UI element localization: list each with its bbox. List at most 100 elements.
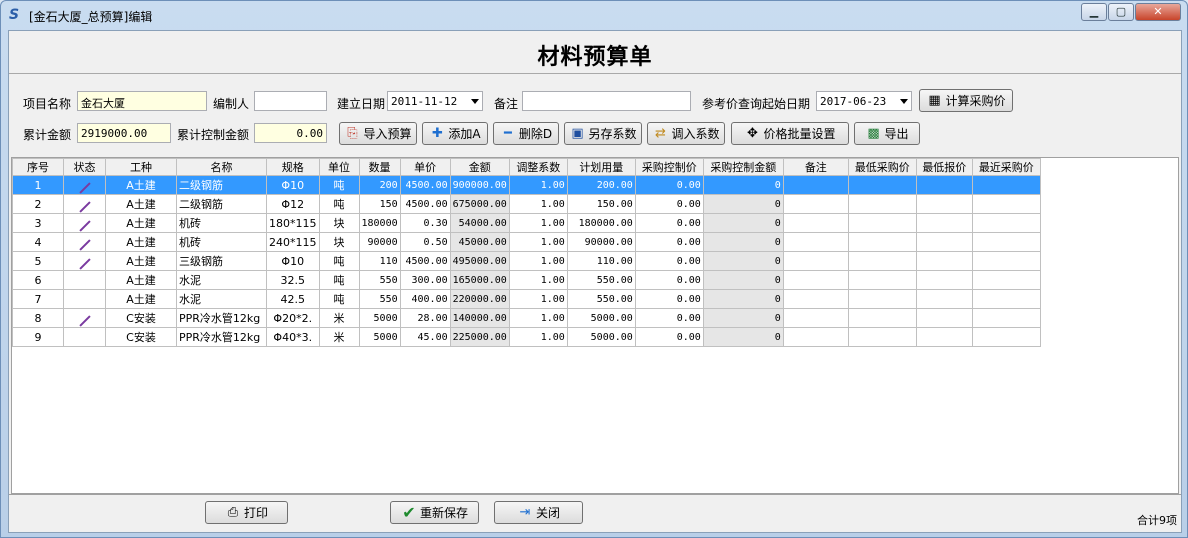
cell-type[interactable]: A土建 bbox=[105, 289, 177, 309]
cell-amount[interactable]: 140000.00 bbox=[449, 308, 510, 328]
empty-cell[interactable] bbox=[971, 327, 1041, 347]
table-row[interactable]: 6 A土建 水泥 32.5 吨 550 300.00 165000.00 1.00 550.00 0… bbox=[12, 270, 1041, 290]
cell-unit[interactable]: 吨 bbox=[318, 270, 360, 290]
column-header[interactable]: 调整系数 bbox=[508, 158, 568, 176]
cell-unit[interactable]: 吨 bbox=[318, 289, 360, 309]
empty-cell[interactable] bbox=[971, 232, 1041, 252]
column-header[interactable]: 最低报价 bbox=[915, 158, 973, 176]
column-header[interactable]: 备注 bbox=[782, 158, 849, 176]
cell-price[interactable]: 0.30 bbox=[399, 213, 451, 233]
column-header[interactable]: 最低采购价 bbox=[847, 158, 917, 176]
cell-price[interactable]: 4500.00 bbox=[399, 251, 451, 271]
empty-cell[interactable] bbox=[971, 270, 1041, 290]
cell-ctrl-price[interactable]: 0.00 bbox=[634, 289, 704, 309]
empty-cell[interactable] bbox=[915, 175, 973, 195]
cell-spec[interactable]: Φ12 bbox=[266, 194, 320, 214]
empty-cell[interactable] bbox=[915, 289, 973, 309]
cell-spec[interactable]: Φ10 bbox=[266, 251, 320, 271]
cell-type[interactable]: C安装 bbox=[105, 327, 177, 347]
cell-price[interactable]: 300.00 bbox=[399, 270, 451, 290]
cell-name[interactable]: 三级钢筋 bbox=[176, 251, 267, 271]
cell-ctrl-price[interactable]: 0.00 bbox=[634, 270, 704, 290]
table-row[interactable]: 1 A土建 二级钢筋 Φ10 吨 200 4500.00 900000.00 1.00 200.0… bbox=[12, 175, 1041, 195]
cell-qty[interactable]: 5000 bbox=[358, 327, 401, 347]
cell-qty[interactable]: 150 bbox=[358, 194, 401, 214]
cell-price[interactable]: 28.00 bbox=[399, 308, 451, 328]
cell-no[interactable]: 6 bbox=[12, 270, 64, 290]
delete-button[interactable]: ━ 删除D bbox=[493, 122, 559, 145]
cell-ctrl-amount[interactable]: 0 bbox=[702, 270, 784, 290]
cell-ctrl-price[interactable]: 0.00 bbox=[634, 251, 704, 271]
empty-cell[interactable] bbox=[971, 175, 1041, 195]
status-cell[interactable] bbox=[63, 289, 106, 309]
export-button[interactable]: ▩ 导出 bbox=[854, 122, 920, 145]
empty-cell[interactable] bbox=[847, 175, 917, 195]
cell-ctrl-amount[interactable]: 0 bbox=[702, 327, 784, 347]
empty-cell[interactable] bbox=[847, 327, 917, 347]
minimize-button[interactable]: ▁ bbox=[1081, 3, 1107, 21]
cell-plan[interactable]: 110.00 bbox=[566, 251, 636, 271]
cell-ctrl-amount[interactable]: 0 bbox=[702, 251, 784, 271]
cell-ctrl-amount[interactable]: 0 bbox=[702, 289, 784, 309]
column-header[interactable]: 状态 bbox=[63, 158, 106, 176]
status-cell[interactable] bbox=[63, 175, 106, 195]
batch-price-button[interactable]: ✥ 价格批量设置 bbox=[731, 122, 849, 145]
cell-name[interactable]: 机砖 bbox=[176, 213, 267, 233]
calc-purchase-price-button[interactable]: ▦ 计算采购价 bbox=[919, 89, 1013, 112]
empty-cell[interactable] bbox=[915, 270, 973, 290]
cell-spec[interactable]: Φ10 bbox=[266, 175, 320, 195]
empty-cell[interactable] bbox=[847, 251, 917, 271]
empty-cell[interactable] bbox=[847, 194, 917, 214]
cell-ctrl-amount[interactable]: 0 bbox=[702, 232, 784, 252]
cell-qty[interactable]: 5000 bbox=[358, 308, 401, 328]
add-button[interactable]: ✚ 添加A bbox=[422, 122, 488, 145]
cell-ctrl-price[interactable]: 0.00 bbox=[634, 308, 704, 328]
empty-cell[interactable] bbox=[915, 232, 973, 252]
empty-cell[interactable] bbox=[847, 213, 917, 233]
cell-plan[interactable]: 90000.00 bbox=[566, 232, 636, 252]
status-cell[interactable] bbox=[63, 232, 106, 252]
empty-cell[interactable] bbox=[971, 289, 1041, 309]
empty-cell[interactable] bbox=[782, 213, 849, 233]
project-name-field[interactable]: 金石大厦 bbox=[77, 91, 207, 111]
cell-type[interactable]: A土建 bbox=[105, 194, 177, 214]
empty-cell[interactable] bbox=[915, 194, 973, 214]
cell-ctrl-price[interactable]: 0.00 bbox=[634, 327, 704, 347]
import-budget-button[interactable]: ⎘ 导入预算 bbox=[339, 122, 417, 145]
cell-no[interactable]: 4 bbox=[12, 232, 64, 252]
cell-coef[interactable]: 1.00 bbox=[508, 251, 568, 271]
cell-amount[interactable]: 220000.00 bbox=[449, 289, 510, 309]
cell-ctrl-price[interactable]: 0.00 bbox=[634, 213, 704, 233]
cell-ctrl-price[interactable]: 0.00 bbox=[634, 175, 704, 195]
cell-unit[interactable]: 米 bbox=[318, 308, 360, 328]
close-button[interactable]: ⇥ 关闭 bbox=[494, 501, 583, 524]
column-header[interactable]: 最近采购价 bbox=[971, 158, 1041, 176]
cell-coef[interactable]: 1.00 bbox=[508, 289, 568, 309]
cell-plan[interactable]: 180000.00 bbox=[566, 213, 636, 233]
cell-coef[interactable]: 1.00 bbox=[508, 213, 568, 233]
cell-amount[interactable]: 675000.00 bbox=[449, 194, 510, 214]
cell-type[interactable]: A土建 bbox=[105, 270, 177, 290]
cell-price[interactable]: 45.00 bbox=[399, 327, 451, 347]
table-row[interactable]: 3 A土建 机砖 180*115 块 180000 0.30 54000.00 1.00 1800… bbox=[12, 213, 1041, 233]
empty-cell[interactable] bbox=[915, 308, 973, 328]
resave-button[interactable]: ✔ 重新保存 bbox=[390, 501, 479, 524]
cell-name[interactable]: PPR冷水管12kg bbox=[176, 308, 267, 328]
cell-plan[interactable]: 550.00 bbox=[566, 289, 636, 309]
empty-cell[interactable] bbox=[847, 308, 917, 328]
cell-plan[interactable]: 200.00 bbox=[566, 175, 636, 195]
cell-qty[interactable]: 550 bbox=[358, 270, 401, 290]
column-header[interactable]: 采购控制价 bbox=[634, 158, 704, 176]
column-header[interactable]: 采购控制金额 bbox=[702, 158, 784, 176]
cell-no[interactable]: 1 bbox=[12, 175, 64, 195]
table-row[interactable]: 9 C安装 PPR冷水管12kg Φ40*3. 米 5000 45.00 225000.00 1… bbox=[12, 327, 1041, 347]
column-header[interactable]: 金额 bbox=[449, 158, 510, 176]
cell-ctrl-amount[interactable]: 0 bbox=[702, 175, 784, 195]
cell-name[interactable]: 水泥 bbox=[176, 270, 267, 290]
cell-unit[interactable]: 吨 bbox=[318, 251, 360, 271]
column-header[interactable]: 单价 bbox=[399, 158, 451, 176]
cell-name[interactable]: 机砖 bbox=[176, 232, 267, 252]
cell-price[interactable]: 0.50 bbox=[399, 232, 451, 252]
cell-no[interactable]: 9 bbox=[12, 327, 64, 347]
empty-cell[interactable] bbox=[847, 289, 917, 309]
